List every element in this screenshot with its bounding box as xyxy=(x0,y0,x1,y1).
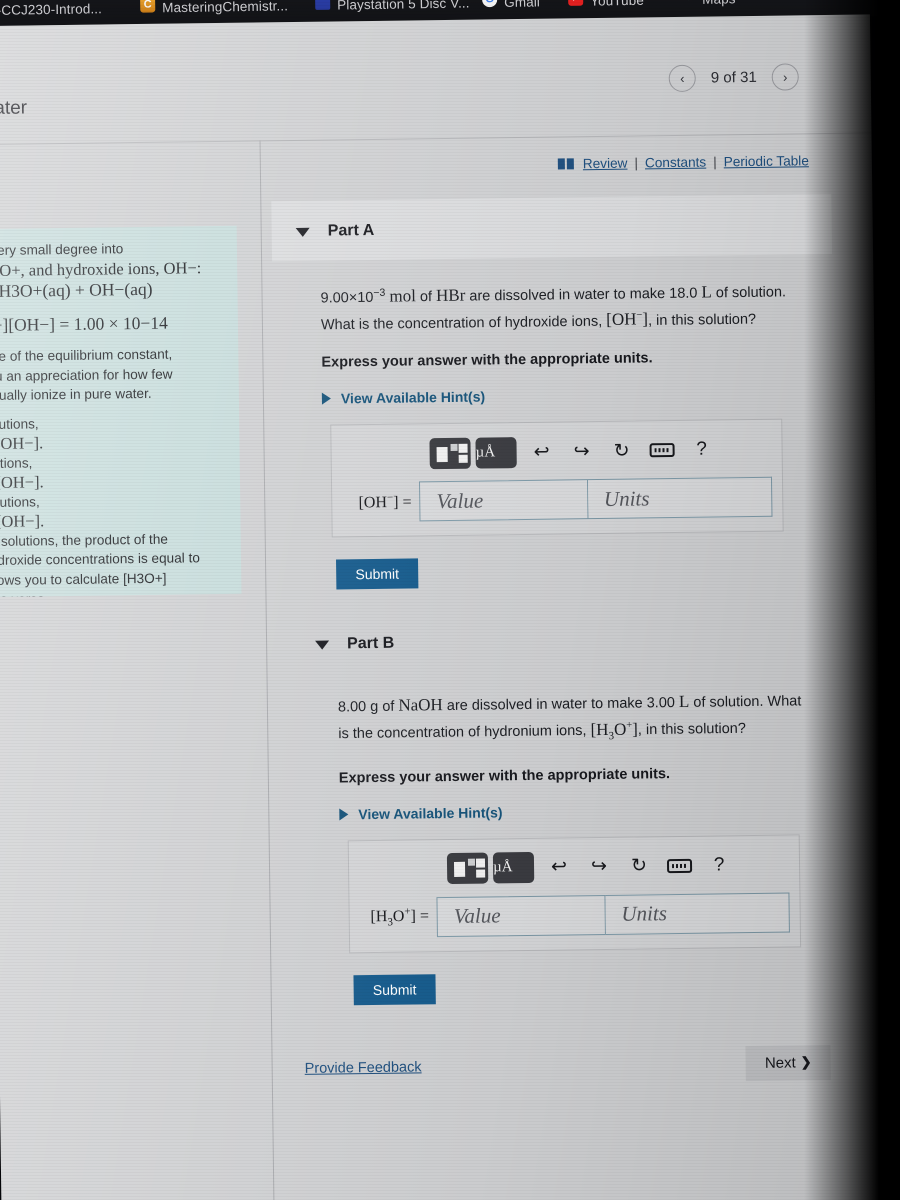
periodic-table-link[interactable]: Periodic Table xyxy=(724,153,809,169)
part-a-submit-button[interactable]: Submit xyxy=(336,558,419,590)
part-b-submit-button[interactable]: Submit xyxy=(353,973,436,1005)
help-icon[interactable]: ? xyxy=(699,849,739,881)
redo-icon[interactable]: ↪ xyxy=(579,851,619,883)
reset-icon[interactable]: ↻ xyxy=(619,850,659,882)
concept-info-panel: a very small degree into H3O+, and hydro… xyxy=(0,225,242,598)
part-b-variable-label: [H3O+] = xyxy=(370,905,430,929)
part-b-units-input[interactable]: Units xyxy=(605,892,790,935)
book-icon xyxy=(557,158,574,170)
page-title: Water xyxy=(0,97,28,120)
part-a-header[interactable]: Part A xyxy=(272,210,833,261)
part-a-hint-label: View Available Hint(s) xyxy=(340,388,486,407)
question-counter: 9 of 31 xyxy=(710,68,757,87)
units-icon[interactable]: µÅ xyxy=(475,437,517,469)
math-template-icon[interactable] xyxy=(446,852,489,885)
maps-favicon xyxy=(680,0,695,4)
chevron-right-icon: ❯ xyxy=(800,1054,812,1070)
playstation-favicon xyxy=(315,0,331,10)
part-a-card: Part A xyxy=(271,193,833,262)
part-b-math-toolbar: µÅ ↩ ↪ ↻ ? xyxy=(359,847,789,887)
part-b-card: Part B xyxy=(277,623,838,674)
browser-tab-3[interactable]: Gmail xyxy=(504,0,540,10)
part-a-units-input[interactable]: Units xyxy=(587,477,773,520)
browser-tab-5[interactable]: Maps xyxy=(702,0,736,7)
link-separator: | xyxy=(634,155,639,171)
part-a-variable-label: [OH−] = xyxy=(358,492,412,512)
monitor-photo: OU-CCJ230-Introd... MasteringChemistr...… xyxy=(0,0,900,1200)
youtube-favicon xyxy=(568,0,584,6)
previous-question-button[interactable]: ‹ xyxy=(668,64,697,93)
part-b-input-row: [H3O+] = Value Units xyxy=(359,892,790,938)
question-column: Review | Constants | Periodic Table Part… xyxy=(271,135,843,1087)
review-link[interactable]: Review xyxy=(583,156,628,172)
part-b-title: Part B xyxy=(347,635,395,653)
next-button-label: Next xyxy=(764,1054,796,1072)
part-a-answer-box: µÅ ↩ ↪ ↻ ? [OH−] = Value Units xyxy=(330,419,784,539)
browser-tab-1[interactable]: MasteringChemistr... xyxy=(162,0,288,15)
math-template-icon[interactable] xyxy=(429,437,471,470)
part-a-hint-toggle[interactable]: View Available Hint(s) xyxy=(321,385,804,407)
provide-feedback-link[interactable]: Provide Feedback xyxy=(305,1059,422,1077)
units-icon[interactable]: µÅ xyxy=(492,851,535,884)
part-a-input-row: [OH−] = Value Units xyxy=(342,477,773,523)
expand-triangle-icon[interactable] xyxy=(339,807,349,820)
keyboard-icon[interactable] xyxy=(659,850,699,882)
part-a-value-input[interactable]: Value xyxy=(419,479,589,522)
collapse-triangle-icon[interactable] xyxy=(315,640,330,650)
browser-tab-4[interactable]: YouTube xyxy=(590,0,644,9)
info-line: O+][OH−] = 1.00 × 10−14 xyxy=(0,312,168,335)
part-b-hint-toggle[interactable]: View Available Hint(s) xyxy=(339,800,809,822)
part-b-header[interactable]: Part B xyxy=(277,623,838,674)
part-a-question: 9.00×10−3 mol of HBr are dissolved in wa… xyxy=(320,282,787,334)
collapse-triangle-icon[interactable] xyxy=(295,227,310,237)
part-b-question: 8.00 g of NaOH are dissolved in water to… xyxy=(337,692,802,743)
reset-icon[interactable]: ↻ xyxy=(601,435,641,467)
next-question-button[interactable]: › xyxy=(771,63,799,91)
next-button[interactable]: Next ❯ xyxy=(745,1044,831,1081)
assignment-pager: ‹ 9 of 31 › xyxy=(668,63,799,93)
part-b-body: 8.00 g of NaOH are dissolved in water to… xyxy=(278,667,842,1005)
gmail-favicon xyxy=(482,0,498,8)
resource-links: Review | Constants | Periodic Table xyxy=(271,135,831,175)
link-separator: | xyxy=(713,154,717,170)
undo-icon[interactable]: ↩ xyxy=(521,436,561,468)
browser-tab-0[interactable]: OU-CCJ230-Introd... xyxy=(0,1,102,18)
mastering-chemistry-favicon xyxy=(140,0,156,13)
part-a-body: 9.00×10−3 mol of HBr are dissolved in wa… xyxy=(272,254,836,591)
info-line: hydroxide concentrations is equal to xyxy=(0,550,200,569)
page-footer: Provide Feedback Next ❯ xyxy=(282,998,843,1086)
part-b-hint-label: View Available Hint(s) xyxy=(358,803,503,822)
redo-icon[interactable]: ↪ xyxy=(561,436,601,468)
keyboard-icon[interactable] xyxy=(641,435,681,467)
undo-icon[interactable]: ↩ xyxy=(539,851,579,883)
browser-tab-2[interactable]: Playstation 5 Disc V... xyxy=(337,0,470,13)
info-line: H3O+, and hydroxide ions, OH−: xyxy=(0,257,202,280)
part-a-math-toolbar: µÅ ↩ ↪ ↻ ? xyxy=(341,432,771,472)
part-a-instruction: Express your answer with the appropriate… xyxy=(321,350,653,372)
constants-link[interactable]: Constants xyxy=(645,155,706,171)
part-b-instruction: Express your answer with the appropriate… xyxy=(338,765,671,786)
help-icon[interactable]: ? xyxy=(681,434,721,466)
part-b-value-input[interactable]: Value xyxy=(436,894,606,937)
info-line: ⇌ H3O+(aq) + OH−(aq) xyxy=(0,278,153,301)
expand-triangle-icon[interactable] xyxy=(321,393,331,406)
part-a-title: Part A xyxy=(327,221,375,240)
mastering-chemistry-page: k Water ‹ 9 of 31 › a very small degree … xyxy=(0,14,886,1200)
part-b-answer-box: µÅ ↩ ↪ ↻ ? [H3O+] = Value Units xyxy=(347,833,802,953)
